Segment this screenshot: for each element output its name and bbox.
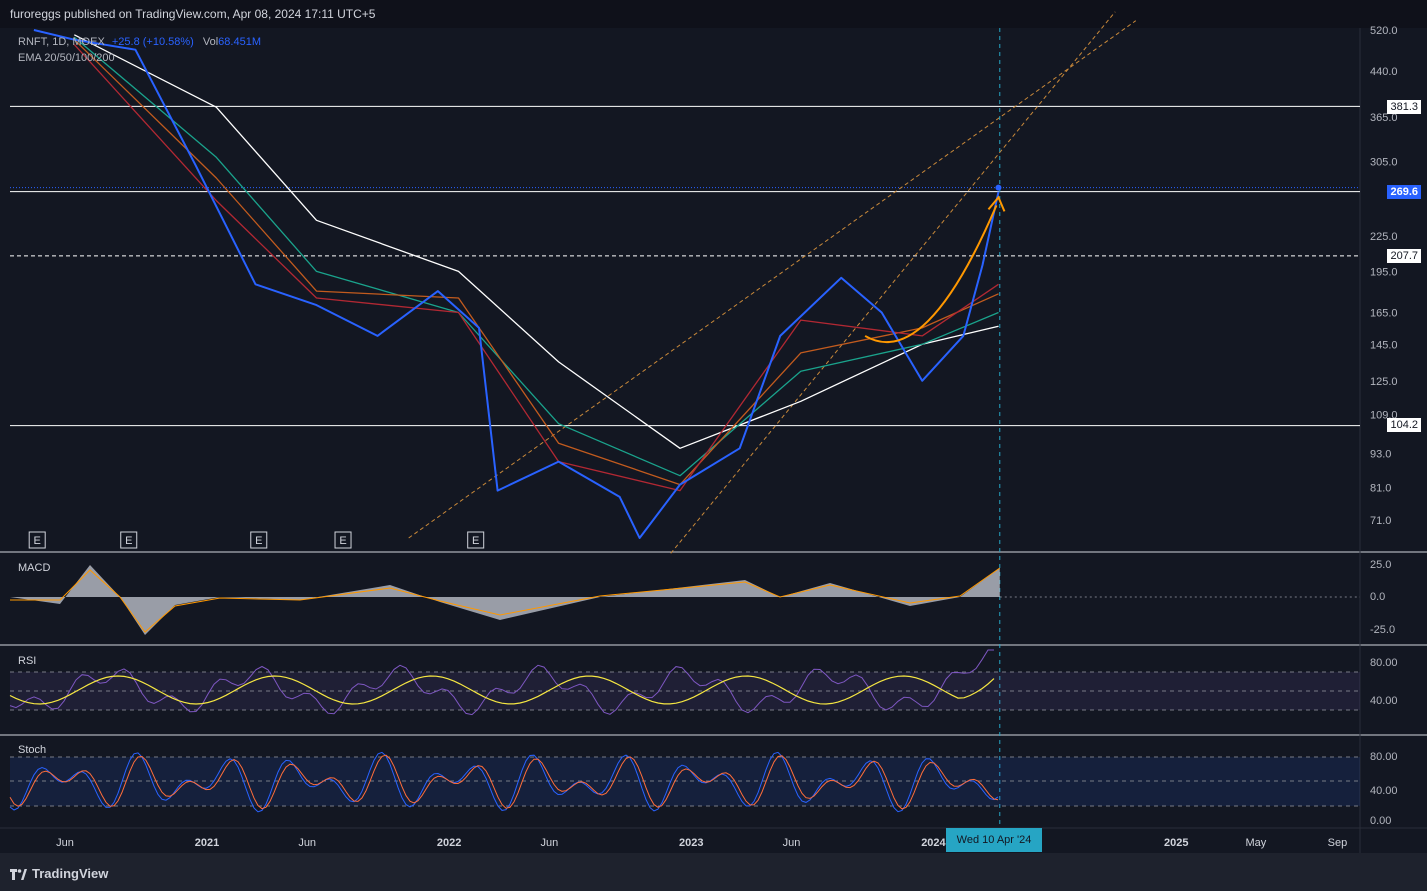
macd-axis-tick: 25.0 [1370,559,1391,571]
time-axis-tick: Sep [1328,837,1348,849]
time-axis-tick: May [1245,837,1266,849]
chart-svg[interactable]: 520.0440.0365.0305.0225.0195.0165.0145.0… [0,0,1427,891]
price-axis-tick: 71.0 [1370,515,1391,527]
price-axis-tick: 195.0 [1370,266,1398,278]
price-axis-tick: 125.0 [1370,376,1398,388]
price-axis-tick: 93.0 [1370,449,1391,461]
tradingview-logo[interactable]: TradingView [10,866,108,881]
earnings-marker-label: E [255,535,262,547]
level-tag-207: 207.7 [1387,249,1421,263]
price-axis-tick: 81.0 [1370,483,1391,495]
macd-histogram-area [10,565,1000,635]
time-axis-tick: Jun [298,837,316,849]
time-axis-tick: Jun [783,837,801,849]
volume-label: Vol [202,36,219,48]
last-price-tag: 269.6 [1387,185,1421,199]
macd-pane-label[interactable]: MACD [18,562,50,574]
earnings-marker-label: E [34,535,41,547]
price-axis-tick: 165.0 [1370,307,1398,319]
crosshair-date-label: Wed 10 Apr '24 [946,828,1042,852]
trend-line-upper [670,11,1116,554]
symbol-legend[interactable]: RNFT, 1D, MOEX +25.8 (+10.58%) Vol68.451… [18,36,261,48]
earnings-marker-label: E [339,535,346,547]
macd-axis-tick: 0.0 [1370,591,1385,603]
tradingview-brand: TradingView [32,866,109,881]
stoch-pane-label[interactable]: Stoch [18,744,46,756]
stoch-axis-tick: 40.00 [1370,785,1398,797]
earnings-marker-label: E [125,535,132,547]
series-line-ema-200 [74,34,999,449]
ema-legend[interactable]: EMA 20/50/100/200 [18,52,115,64]
tradingview-logo-icon [10,868,27,880]
time-axis-tick: 2022 [437,837,461,849]
stoch-axis-tick: 0.00 [1370,815,1391,827]
price-axis-tick: 305.0 [1370,156,1398,168]
series-line-ema-20 [73,44,999,492]
price-axis-tick: 440.0 [1370,66,1398,78]
time-axis-tick: Jun [540,837,558,849]
rsi-axis-tick: 40.00 [1370,695,1398,707]
earnings-marker-label: E [472,535,479,547]
price-axis-tick: 225.0 [1370,231,1398,243]
trend-line-lower [408,20,1137,539]
time-axis-tick: 2024 [921,837,946,849]
time-axis-tick: 2023 [679,837,703,849]
time-axis-tick: Jun [56,837,74,849]
rsi-pane-label[interactable]: RSI [18,655,36,667]
volume-value: 68.451M [218,36,261,48]
price-axis-tick: 145.0 [1370,339,1398,351]
level-tag-381: 381.3 [1387,100,1421,114]
time-axis-tick: 2021 [195,837,219,849]
symbol-label: RNFT, 1D, MOEX [18,36,105,48]
stoch-axis-tick: 80.00 [1370,751,1398,763]
price-change: +25.8 (+10.58%) [111,36,194,48]
last-price-marker [995,184,1002,191]
rsi-axis-tick: 80.00 [1370,657,1398,669]
footer-bar [0,853,1427,891]
price-axis-tick: 520.0 [1370,25,1398,37]
level-tag-104: 104.2 [1387,418,1421,432]
macd-axis-tick: -25.0 [1370,624,1395,636]
time-axis-tick: 2025 [1164,837,1188,849]
